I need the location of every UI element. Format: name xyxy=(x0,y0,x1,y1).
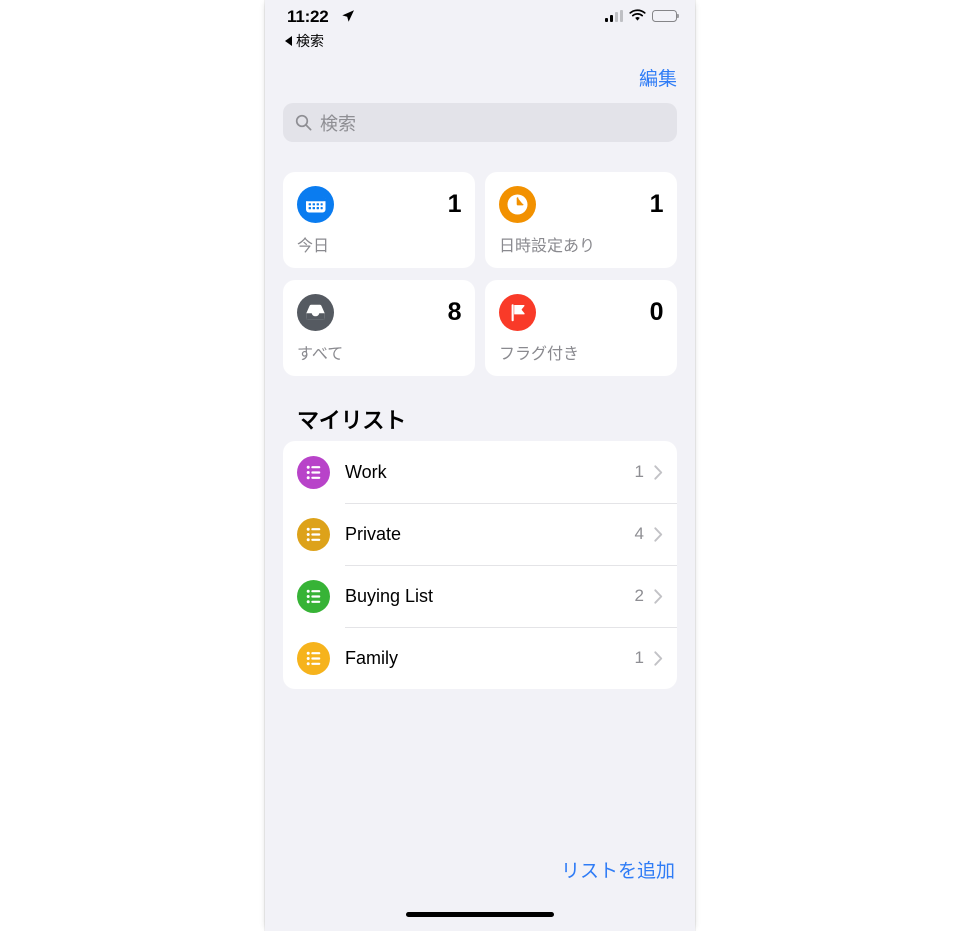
smart-card-scheduled[interactable]: 1 日時設定あり xyxy=(485,172,677,268)
chevron-right-icon xyxy=(654,464,663,480)
cellular-signal-icon xyxy=(605,9,623,22)
inbox-tray-icon xyxy=(297,294,334,331)
list-item[interactable]: Private 4 xyxy=(283,503,677,565)
search-icon xyxy=(295,114,312,131)
bullet-list-icon xyxy=(297,517,330,551)
edit-button[interactable]: 編集 xyxy=(639,64,677,91)
list-item-count: 1 xyxy=(634,648,644,667)
smart-card-count: 0 xyxy=(649,298,664,326)
bullet-list-icon xyxy=(297,455,330,489)
smart-card-count: 8 xyxy=(447,298,462,326)
list-item[interactable]: Buying List 2 xyxy=(283,565,677,627)
smart-card-count: 1 xyxy=(649,190,664,218)
phone-screen: 11:22 検索 編集 検索 1 今日 1 日時設定あり 8 すべて 0 フラグ… xyxy=(265,0,695,931)
list-item[interactable]: Work 1 xyxy=(283,441,677,503)
my-lists-container: Work 1 Private 4 Buying List 2 Family 1 xyxy=(283,441,677,689)
chevron-right-icon xyxy=(654,650,663,666)
smart-card-label: 日時設定あり xyxy=(499,238,596,255)
status-bar: 11:22 xyxy=(265,0,695,30)
wifi-icon xyxy=(629,9,646,21)
flag-icon xyxy=(499,294,536,331)
search-placeholder: 検索 xyxy=(320,113,356,134)
list-item-count: 4 xyxy=(634,524,644,543)
bullet-list-icon xyxy=(297,641,330,675)
location-arrow-icon xyxy=(342,10,354,22)
status-bar-time: 11:22 xyxy=(287,7,329,26)
smart-card-label: すべて xyxy=(297,346,344,363)
smart-lists-grid: 1 今日 1 日時設定あり 8 すべて 0 フラグ付き xyxy=(283,172,677,376)
search-input[interactable]: 検索 xyxy=(283,103,677,142)
bullet-list-icon xyxy=(297,579,330,613)
status-bar-indicators xyxy=(605,9,679,22)
chevron-right-icon xyxy=(654,526,663,542)
smart-card-flagged[interactable]: 0 フラグ付き xyxy=(485,280,677,376)
list-item-name: Work xyxy=(345,461,387,482)
home-indicator[interactable] xyxy=(406,912,554,917)
smart-card-today[interactable]: 1 今日 xyxy=(283,172,475,268)
battery-full-icon xyxy=(652,9,679,22)
back-triangle-icon xyxy=(285,36,292,46)
chevron-right-icon xyxy=(654,588,663,604)
my-lists-header: マイリスト xyxy=(297,408,407,433)
list-item-name: Buying List xyxy=(345,585,434,606)
back-to-search-link[interactable]: 検索 xyxy=(285,31,324,51)
back-link-label: 検索 xyxy=(296,33,324,49)
clock-icon xyxy=(499,186,536,223)
smart-card-count: 1 xyxy=(447,190,462,218)
list-item-name: Private xyxy=(345,523,402,544)
list-item-count: 2 xyxy=(634,586,644,605)
list-item-name: Family xyxy=(345,647,398,668)
list-item-count: 1 xyxy=(634,462,644,481)
smart-card-label: 今日 xyxy=(297,238,330,255)
list-item[interactable]: Family 1 xyxy=(283,627,677,689)
smart-card-label: フラグ付き xyxy=(499,346,580,363)
calendar-icon xyxy=(297,186,334,223)
add-list-button[interactable]: リストを追加 xyxy=(561,856,675,883)
smart-card-all[interactable]: 8 すべて xyxy=(283,280,475,376)
